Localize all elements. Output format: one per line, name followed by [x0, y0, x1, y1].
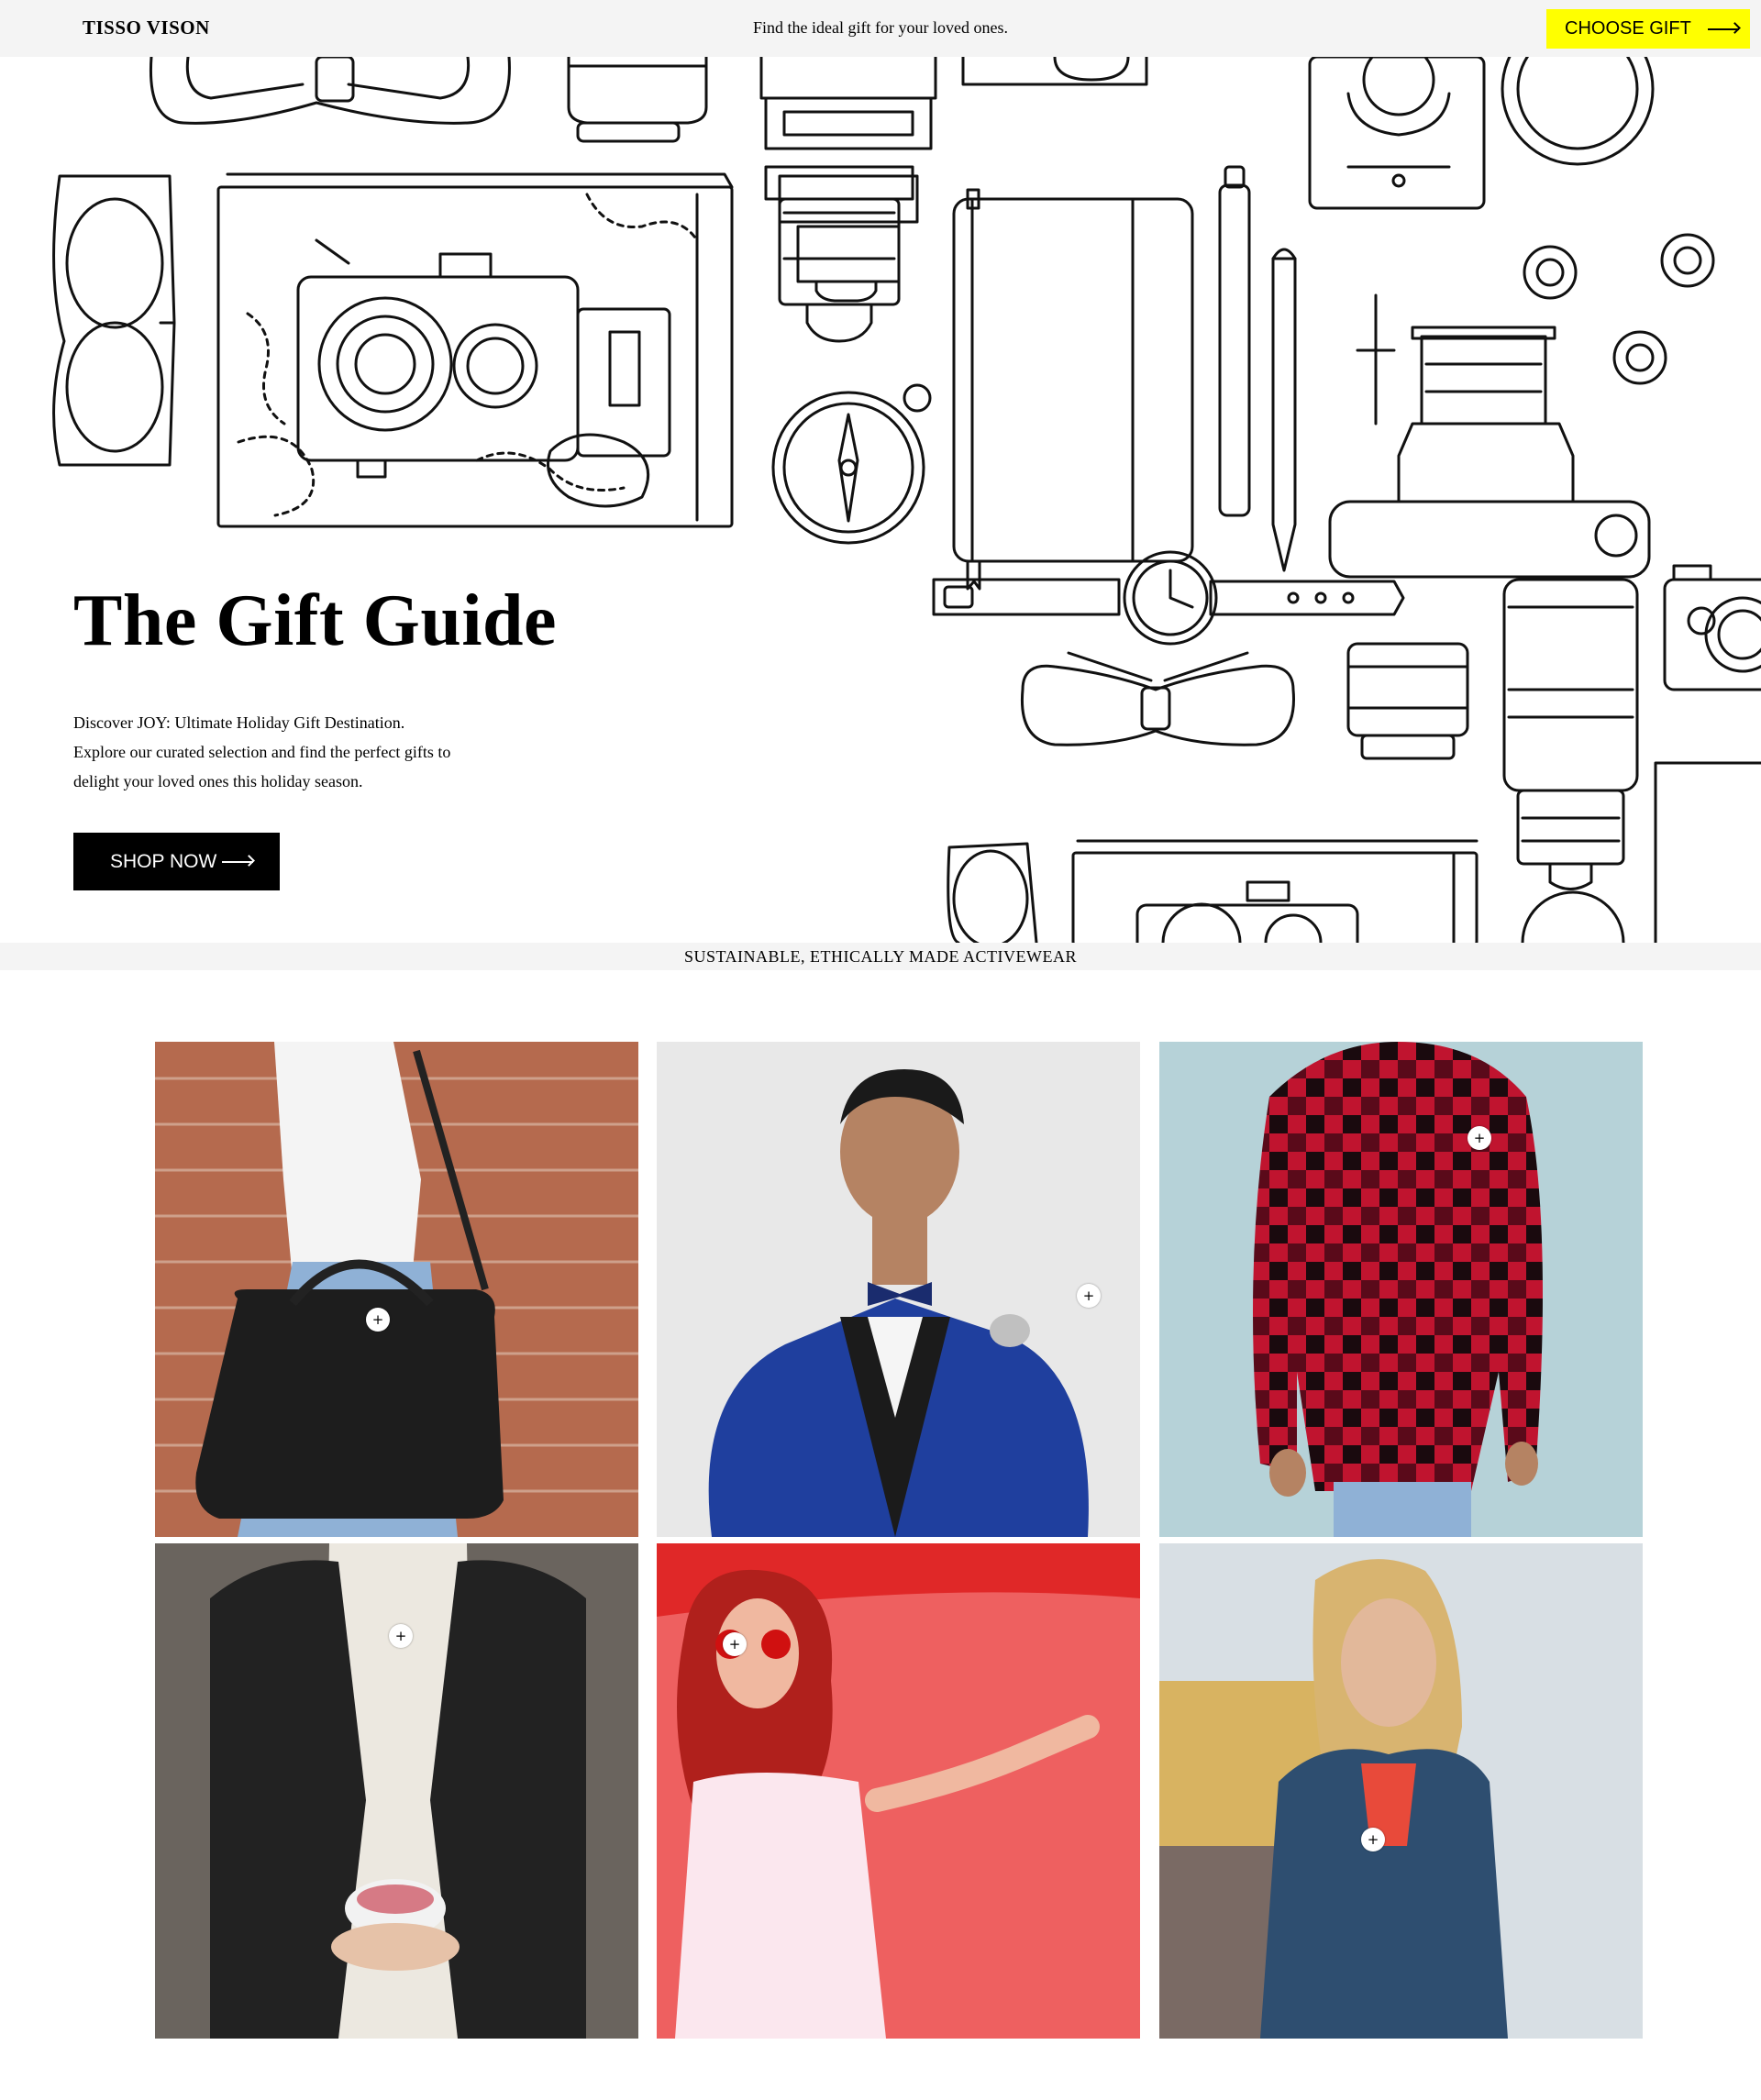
product-tile[interactable]: +: [1159, 1042, 1643, 1537]
product-tile[interactable]: +: [657, 1543, 1140, 2039]
product-tile[interactable]: +: [1159, 1543, 1643, 2039]
hero-description-line: Discover JOY: Ultimate Holiday Gift Dest…: [73, 713, 405, 732]
hero-title: The Gift Guide: [73, 580, 558, 661]
product-photo: [657, 1042, 1140, 1537]
plus-icon[interactable]: +: [1468, 1126, 1491, 1150]
shop-now-label: SHOP NOW: [110, 850, 217, 872]
arrow-right-icon: [1707, 28, 1739, 30]
plus-icon[interactable]: +: [1077, 1284, 1101, 1308]
plus-icon[interactable]: +: [389, 1624, 413, 1648]
product-tile[interactable]: +: [155, 1042, 638, 1537]
arrow-right-icon: [222, 860, 254, 863]
product-grid: + + + + + +: [155, 1042, 1643, 2041]
product-tile[interactable]: +: [155, 1543, 638, 2039]
plus-icon[interactable]: +: [723, 1632, 747, 1656]
promo-text: Find the ideal gift for your loved ones.: [753, 18, 1008, 37]
plus-icon[interactable]: +: [366, 1308, 390, 1332]
hero-description-line: Explore our curated selection and find t…: [73, 743, 451, 761]
hero-description-line: delight your loved ones this holiday sea…: [73, 772, 363, 790]
plus-icon[interactable]: +: [1361, 1828, 1385, 1851]
top-bar: TISSO VISON Find the ideal gift for your…: [0, 0, 1761, 57]
gift-illustration: [52, 57, 1761, 943]
product-photo: [657, 1543, 1140, 2039]
product-photo: [155, 1042, 638, 1537]
hero-section: The Gift Guide Discover JOY: Ultimate Ho…: [0, 57, 1761, 943]
hero-description: Discover JOY: Ultimate Holiday Gift Dest…: [73, 708, 550, 796]
choose-gift-label: CHOOSE GIFT: [1565, 18, 1691, 39]
shop-now-button[interactable]: SHOP NOW: [73, 833, 280, 890]
product-tile[interactable]: +: [657, 1042, 1140, 1537]
choose-gift-button[interactable]: CHOOSE GIFT: [1546, 9, 1750, 49]
product-photo: [1159, 1042, 1643, 1537]
tagline-strip: SUSTAINABLE, ETHICALLY MADE ACTIVEWEAR: [0, 943, 1761, 970]
product-photo: [1159, 1543, 1643, 2039]
product-photo: [155, 1543, 638, 2039]
